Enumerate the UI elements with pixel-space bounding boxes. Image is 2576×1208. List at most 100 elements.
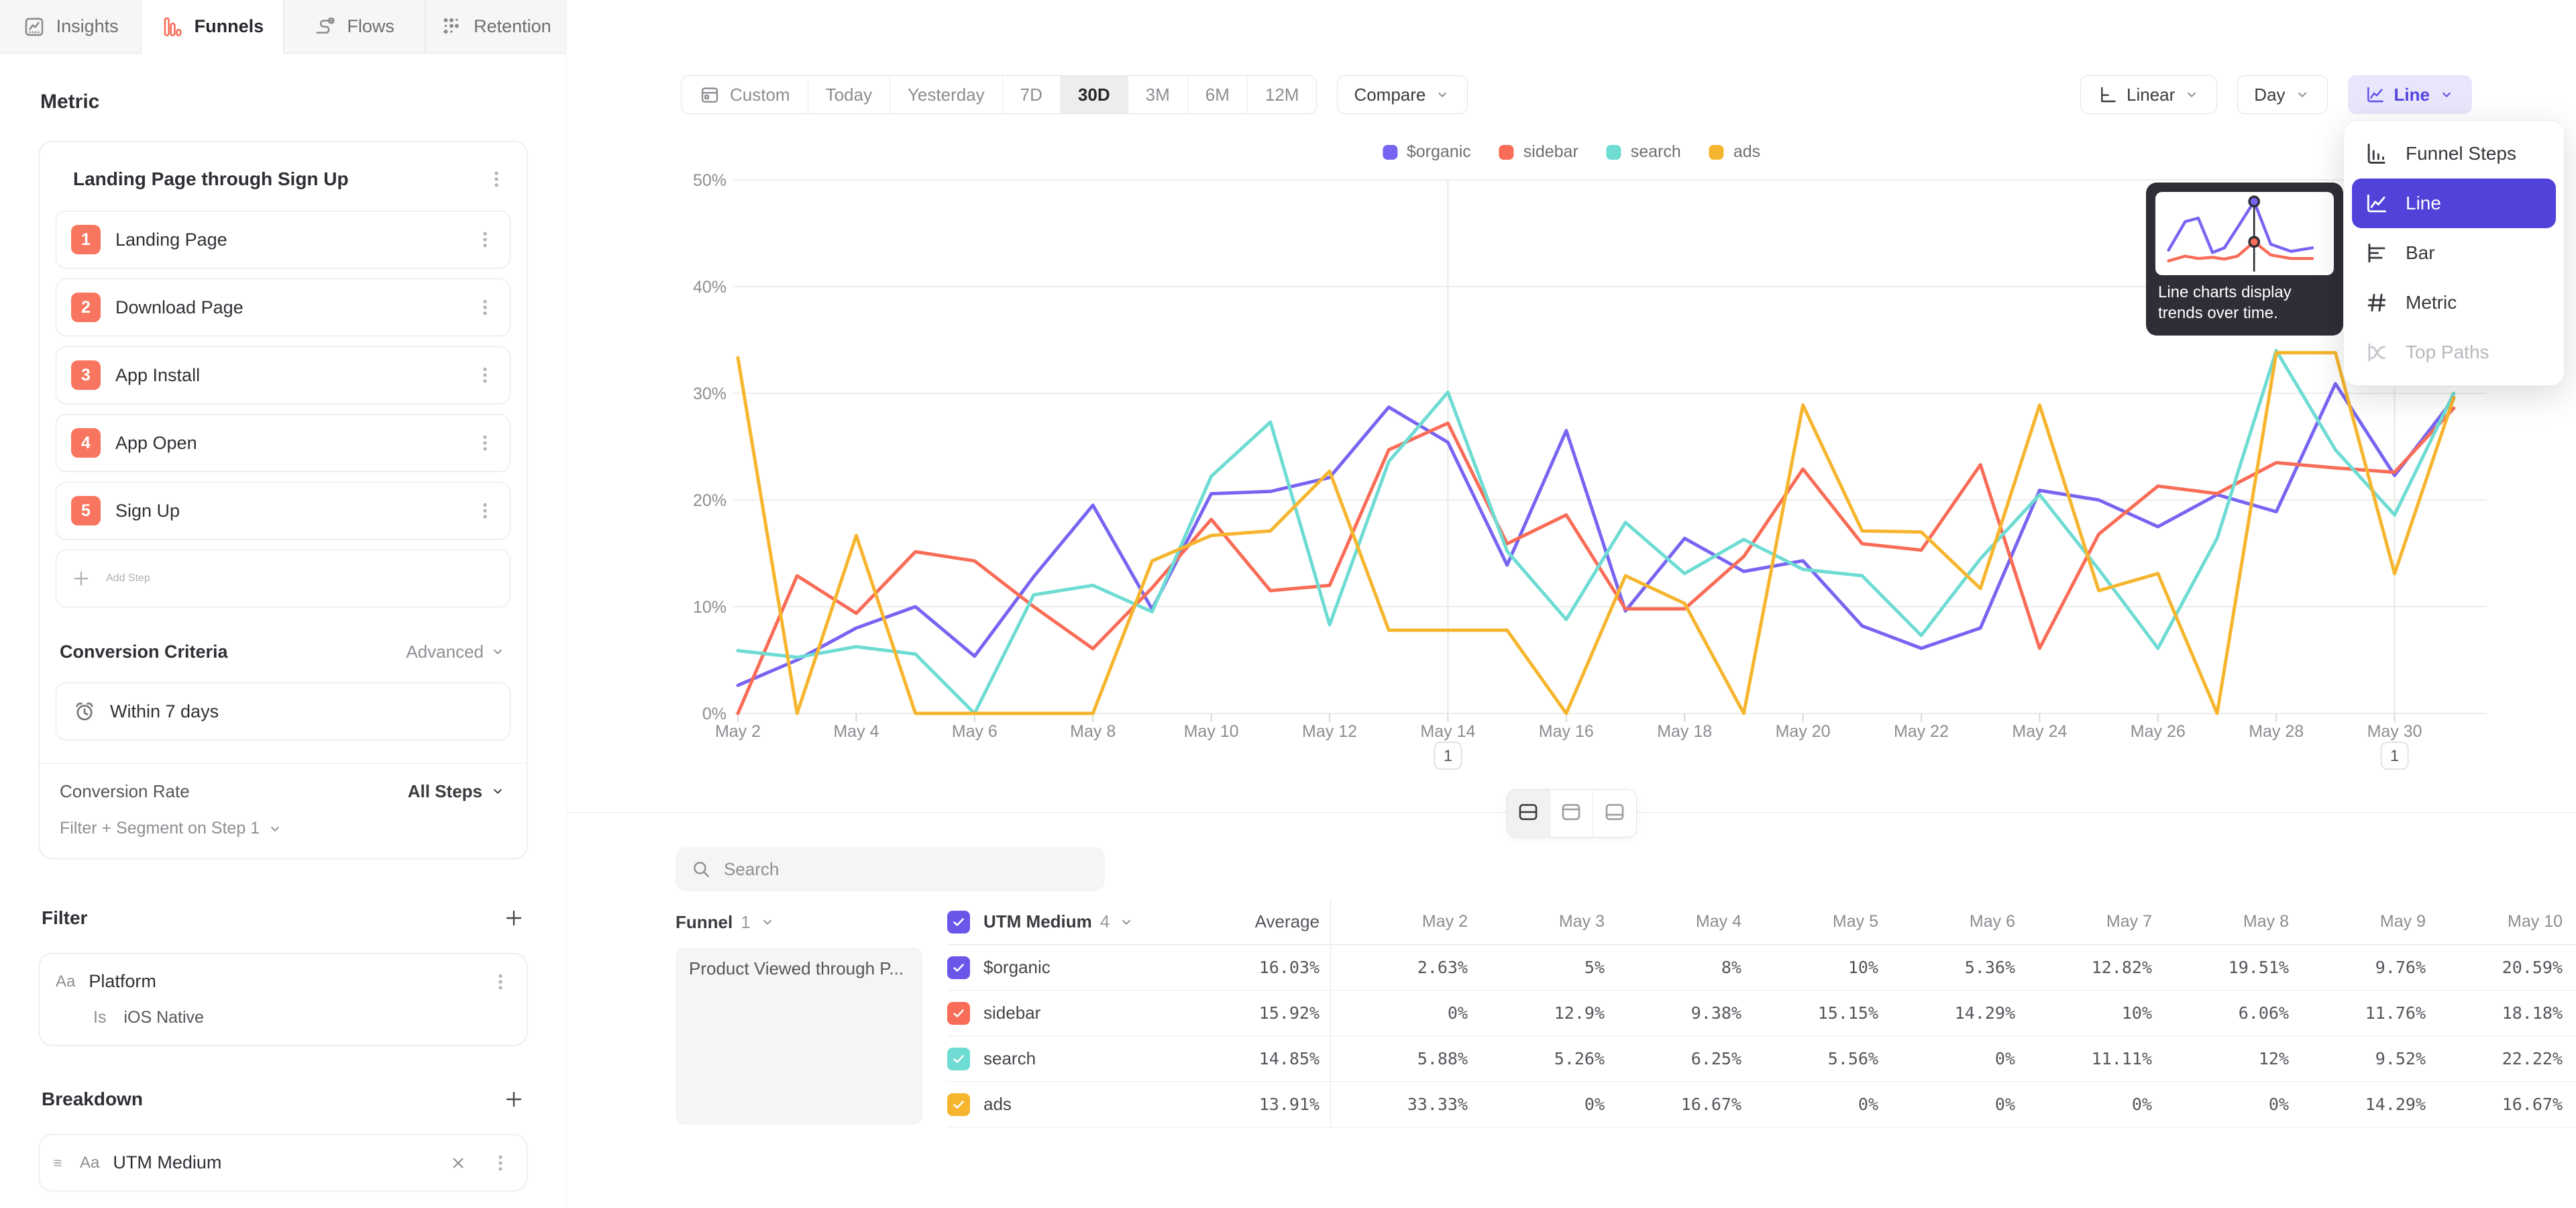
- chevron-down-icon: [1434, 86, 1451, 103]
- date-column-header[interactable]: May 10: [2426, 912, 2563, 932]
- date-column-header[interactable]: May 8: [2152, 912, 2289, 932]
- filter-heading: Filter: [42, 907, 87, 929]
- cell-value: 2.63%: [1331, 958, 1468, 977]
- metric-icon: [2364, 290, 2390, 315]
- series-checkbox[interactable]: [947, 1093, 970, 1116]
- cell-value: 0%: [2152, 1095, 2289, 1114]
- funnel-step-landing-page[interactable]: 1Landing Page: [56, 211, 511, 268]
- menu-item-line[interactable]: Line: [2352, 179, 2556, 228]
- breakdown-column-label: UTM Medium: [983, 911, 1092, 932]
- kebab-menu-icon[interactable]: [490, 972, 511, 992]
- range-yesterday[interactable]: Yesterday: [890, 76, 1003, 113]
- advanced-dropdown[interactable]: Advanced: [406, 642, 506, 662]
- menu-item-bar[interactable]: Bar: [2352, 228, 2556, 278]
- close-icon[interactable]: [449, 1154, 468, 1172]
- kebab-menu-icon[interactable]: [475, 230, 495, 250]
- range-custom[interactable]: Custom: [682, 76, 808, 113]
- tab-insights[interactable]: Insights: [0, 0, 142, 54]
- interval-dropdown[interactable]: Day: [2237, 75, 2327, 114]
- scale-dropdown[interactable]: Linear: [2080, 75, 2217, 114]
- series-checkbox[interactable]: [947, 1002, 970, 1025]
- metric-heading: Metric: [40, 90, 527, 114]
- range-label: 7D: [1020, 85, 1042, 105]
- legend-item-sidebar[interactable]: sidebar: [1499, 142, 1578, 162]
- menu-item-metric[interactable]: Metric: [2352, 278, 2556, 328]
- chart-only-view-button[interactable]: [1550, 790, 1593, 837]
- chevron-down-icon: [1118, 913, 1135, 931]
- date-range-control: CustomToday Yesterday 7D 30D3M6M12M: [681, 75, 1317, 114]
- add-step-button[interactable]: Add Step: [56, 550, 511, 607]
- all-steps-dropdown[interactable]: All Steps: [408, 781, 506, 802]
- menu-item-funnel-steps[interactable]: Funnel Steps: [2352, 129, 2556, 179]
- kebab-menu-icon[interactable]: [475, 365, 495, 385]
- filter-segment-dropdown[interactable]: Filter + Segment on Step 1: [56, 819, 511, 858]
- date-column-header[interactable]: May 5: [1741, 912, 1878, 932]
- date-column-header[interactable]: May 6: [1878, 912, 2015, 932]
- funnel-step-app-install[interactable]: 3App Install: [56, 346, 511, 404]
- kebab-menu-icon[interactable]: [475, 433, 495, 453]
- funnel-step-app-open[interactable]: 4App Open: [56, 414, 511, 472]
- x-axis-label: May 6: [952, 722, 998, 741]
- date-column-header[interactable]: May 7: [2015, 912, 2152, 932]
- annotation-badge[interactable]: 1: [2381, 742, 2408, 769]
- y-axis-label: 10%: [693, 598, 727, 617]
- series-checkbox[interactable]: [947, 956, 970, 979]
- date-column-header[interactable]: May 4: [1605, 912, 1741, 932]
- legend-item-search[interactable]: search: [1607, 142, 1681, 162]
- search-field[interactable]: [676, 847, 1105, 891]
- range-30d[interactable]: 30D: [1061, 76, 1128, 113]
- range-6m[interactable]: 6M: [1188, 76, 1248, 113]
- funnel-step-sign-up[interactable]: 5Sign Up: [56, 482, 511, 540]
- conversion-window-button[interactable]: Within 7 days: [56, 683, 511, 740]
- kebab-menu-icon[interactable]: [475, 297, 495, 317]
- cell-value: 14.29%: [2289, 1095, 2426, 1114]
- cell-value: 19.51%: [2152, 958, 2289, 977]
- legend-item-organic[interactable]: $organic: [1383, 142, 1471, 162]
- add-breakdown-button[interactable]: [503, 1089, 525, 1110]
- breakdown-column-header[interactable]: UTM Medium4: [947, 911, 1138, 934]
- x-axis-label: May 14: [1420, 722, 1475, 741]
- tab-retention[interactable]: Retention: [425, 0, 566, 54]
- date-column-header[interactable]: May 2: [1331, 912, 1468, 932]
- range-3m[interactable]: 3M: [1128, 76, 1188, 113]
- legend-item-ads[interactable]: ads: [1709, 142, 1760, 162]
- tab-funnels[interactable]: Funnels: [142, 0, 283, 54]
- funnel-card-header[interactable]: Landing Page through Sign Up: [56, 158, 511, 201]
- funnel-step-download-page[interactable]: 2Download Page: [56, 279, 511, 336]
- breakdown-card[interactable]: Aa UTM Medium: [39, 1134, 527, 1191]
- table-only-view-button[interactable]: [1593, 790, 1636, 837]
- range-7d[interactable]: 7D: [1003, 76, 1061, 113]
- filter-card[interactable]: Aa Platform Is iOS Native: [39, 953, 527, 1046]
- funnel-column-header[interactable]: Funnel1: [676, 899, 947, 945]
- filter-operator[interactable]: Is: [93, 1008, 106, 1027]
- select-all-checkbox[interactable]: [947, 911, 970, 934]
- range-label: Yesterday: [908, 85, 985, 105]
- search-input[interactable]: [724, 859, 1090, 880]
- chart-type-dropdown[interactable]: Line: [2348, 75, 2472, 114]
- split-view-button[interactable]: [1507, 790, 1550, 837]
- annotation-badge[interactable]: 1: [1434, 742, 1461, 769]
- table-row-group-label: Product Viewed through P...: [676, 948, 922, 1125]
- add-filter-button[interactable]: [503, 907, 525, 929]
- range-12m[interactable]: 12M: [1248, 76, 1317, 113]
- kebab-menu-icon[interactable]: [490, 1153, 511, 1173]
- x-axis-label: May 26: [2131, 722, 2186, 741]
- series-line-ads[interactable]: [738, 353, 2454, 713]
- filter-value[interactable]: iOS Native: [123, 1008, 203, 1027]
- kebab-menu-icon[interactable]: [475, 501, 495, 521]
- date-column-header[interactable]: May 3: [1468, 912, 1605, 932]
- chevron-down-icon: [2438, 86, 2455, 103]
- average-column-header[interactable]: Average: [1138, 911, 1320, 932]
- tab-flows[interactable]: Flows: [284, 0, 425, 54]
- series-checkbox[interactable]: [947, 1048, 970, 1070]
- date-column-header[interactable]: May 9: [2289, 912, 2426, 932]
- flows-icon: [313, 15, 336, 38]
- series-line-organic[interactable]: [738, 384, 2454, 686]
- kebab-menu-icon[interactable]: [486, 169, 506, 189]
- drag-handle-icon[interactable]: [49, 1154, 66, 1172]
- layout-split-icon: [1515, 801, 1541, 827]
- series-line-search[interactable]: [738, 350, 2454, 713]
- range-today[interactable]: Today: [808, 76, 890, 113]
- tooltip-mini-chart: [2155, 192, 2334, 275]
- compare-button[interactable]: Compare: [1337, 75, 1468, 114]
